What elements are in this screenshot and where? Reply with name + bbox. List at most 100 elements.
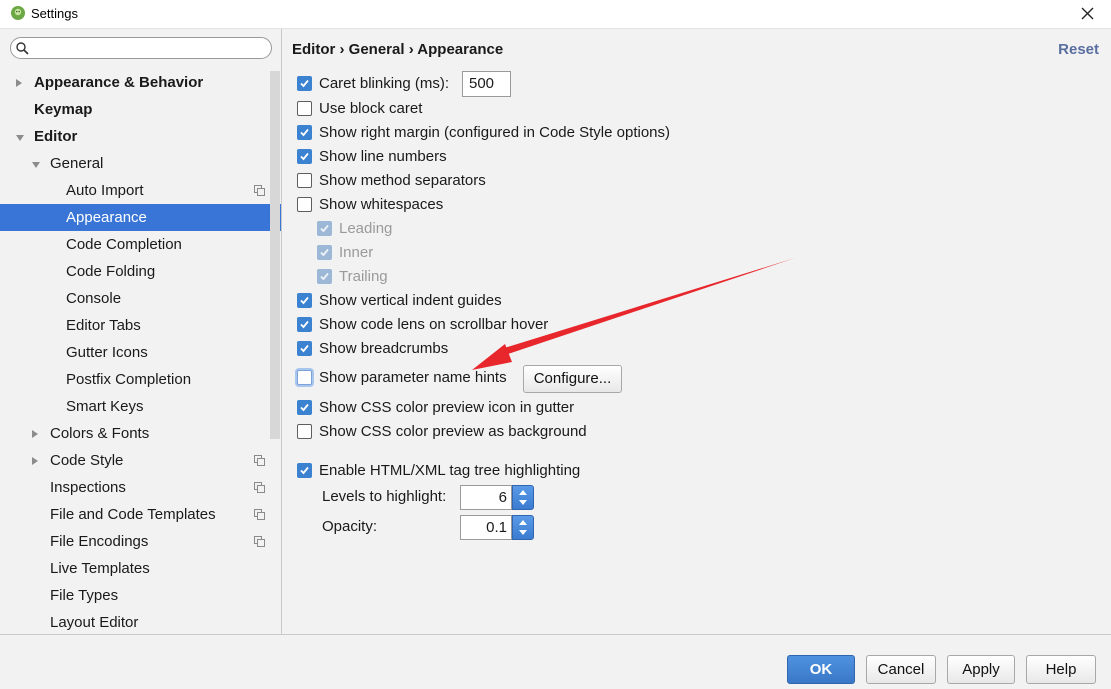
- chevron-down-icon[interactable]: [16, 135, 24, 141]
- chevron-down-icon[interactable]: [32, 162, 40, 168]
- whitespaces-label: Show whitespaces: [319, 196, 444, 213]
- caret-blinking-label: Caret blinking (ms):: [319, 75, 450, 92]
- levels-spinner[interactable]: 6: [460, 485, 534, 510]
- chevron-right-icon[interactable]: [32, 457, 38, 465]
- sidebar-item-console[interactable]: Console: [0, 285, 281, 312]
- sidebar-item-layout-editor[interactable]: Layout Editor: [0, 609, 281, 636]
- sidebar-item-editor-tabs[interactable]: Editor Tabs: [0, 312, 281, 339]
- block-caret-checkbox[interactable]: [297, 101, 312, 116]
- opacity-spinner[interactable]: 0.1: [460, 515, 534, 540]
- trailing-label: Trailing: [339, 268, 388, 285]
- sidebar-item-gutter-icons[interactable]: Gutter Icons: [0, 339, 281, 366]
- opacity-value[interactable]: 0.1: [460, 515, 512, 540]
- breadcrumbs-checkbox[interactable]: [297, 341, 312, 356]
- levels-value[interactable]: 6: [460, 485, 512, 510]
- title-bar: Settings: [0, 0, 1111, 29]
- sidebar-item-general[interactable]: General: [0, 150, 281, 177]
- param-hints-label: Show parameter name hints: [319, 369, 507, 386]
- sidebar-item-label: Layout Editor: [50, 614, 139, 631]
- levels-label: Levels to highlight:: [322, 488, 447, 505]
- configure-button[interactable]: Configure...: [523, 365, 622, 393]
- spinner-down-icon[interactable]: [519, 530, 527, 535]
- sidebar-item-live-templates[interactable]: Live Templates: [0, 555, 281, 582]
- sidebar-item-code-style[interactable]: Code Style: [0, 447, 281, 474]
- sidebar-item-editor[interactable]: Editor: [0, 123, 281, 150]
- opacity-spinner-arrows[interactable]: [512, 515, 534, 540]
- sidebar-item-auto-import[interactable]: Auto Import: [0, 177, 281, 204]
- leading-label: Leading: [339, 220, 393, 237]
- leading-checkbox: [317, 221, 332, 236]
- sidebar-item-smart-keys[interactable]: Smart Keys: [0, 393, 281, 420]
- ok-button[interactable]: OK: [787, 655, 855, 684]
- line-numbers-checkbox[interactable]: [297, 149, 312, 164]
- sidebar-item-file-and-code-templates[interactable]: File and Code Templates: [0, 501, 281, 528]
- code-lens-checkbox[interactable]: [297, 317, 312, 332]
- close-button[interactable]: [1065, 0, 1111, 28]
- sidebar-item-label: Editor Tabs: [66, 317, 141, 334]
- sidebar-item-label: File Encodings: [50, 533, 149, 550]
- css-icon-label: Show CSS color preview icon in gutter: [319, 399, 575, 416]
- sidebar-item-label: Code Folding: [66, 263, 156, 280]
- sidebar-item-label: Keymap: [34, 101, 93, 118]
- param-hints-checkbox[interactable]: [297, 370, 312, 385]
- css-icon-checkbox[interactable]: [297, 400, 312, 415]
- right-margin-checkbox[interactable]: [297, 125, 312, 140]
- spinner-up-icon[interactable]: [519, 520, 527, 525]
- apply-button[interactable]: Apply: [947, 655, 1015, 684]
- chevron-right-icon[interactable]: [16, 79, 22, 87]
- css-background-checkbox[interactable]: [297, 424, 312, 439]
- sidebar-scrollbar[interactable]: [270, 71, 280, 439]
- sidebar-item-colors-fonts[interactable]: Colors & Fonts: [0, 420, 281, 447]
- sidebar-item-file-encodings[interactable]: File Encodings: [0, 528, 281, 555]
- code-lens-label: Show code lens on scrollbar hover: [319, 316, 549, 333]
- close-icon: [1081, 7, 1094, 20]
- sidebar-item-label: File and Code Templates: [50, 506, 216, 523]
- tag-tree-checkbox[interactable]: [297, 463, 312, 478]
- sidebar-item-appearance[interactable]: Appearance: [0, 204, 281, 231]
- sidebar-item-label: Appearance: [66, 209, 147, 226]
- sidebar-item-label: Console: [66, 290, 122, 307]
- method-separators-checkbox[interactable]: [297, 173, 312, 188]
- chevron-right-icon[interactable]: [32, 430, 38, 438]
- sidebar-item-keymap[interactable]: Keymap: [0, 96, 281, 123]
- sidebar-item-file-types[interactable]: File Types: [0, 582, 281, 609]
- sidebar-item-label: File Types: [50, 587, 119, 604]
- caret-blinking-checkbox[interactable]: [297, 76, 312, 91]
- project-scope-icon: [254, 509, 265, 520]
- sidebar-item-label: Code Style: [50, 452, 124, 469]
- sidebar-item-label: Editor: [34, 128, 78, 145]
- sidebar-item-code-folding[interactable]: Code Folding: [0, 258, 281, 285]
- search-field[interactable]: [10, 37, 272, 59]
- cancel-button[interactable]: Cancel: [866, 655, 936, 684]
- settings-content: Editor › General › Appearance Reset Care…: [282, 29, 1111, 634]
- breadcrumbs-label: Show breadcrumbs: [319, 340, 449, 357]
- sidebar-item-appearance-behavior[interactable]: Appearance & Behavior: [0, 69, 281, 96]
- help-button[interactable]: Help: [1026, 655, 1096, 684]
- android-icon: [11, 6, 25, 20]
- whitespaces-checkbox[interactable]: [297, 197, 312, 212]
- opacity-label: Opacity:: [322, 518, 378, 535]
- breadcrumb: Editor › General › Appearance: [292, 41, 504, 58]
- inner-checkbox: [317, 245, 332, 260]
- spinner-up-icon[interactable]: [519, 490, 527, 495]
- sidebar-item-code-completion[interactable]: Code Completion: [0, 231, 281, 258]
- sidebar-item-label: Smart Keys: [66, 398, 144, 415]
- right-margin-label: Show right margin (configured in Code St…: [319, 124, 671, 141]
- search-input[interactable]: [33, 40, 267, 58]
- window-title: Settings: [31, 6, 78, 21]
- sidebar-item-inspections[interactable]: Inspections: [0, 474, 281, 501]
- sidebar-item-label: Auto Import: [66, 182, 144, 199]
- sidebar-item-label: Code Completion: [66, 236, 182, 253]
- sidebar-item-postfix-completion[interactable]: Postfix Completion: [0, 366, 281, 393]
- line-numbers-label: Show line numbers: [319, 148, 447, 165]
- sidebar-item-label: General: [50, 155, 104, 172]
- project-scope-icon: [254, 455, 265, 466]
- indent-guides-checkbox[interactable]: [297, 293, 312, 308]
- reset-link[interactable]: Reset: [1058, 41, 1099, 58]
- method-separators-label: Show method separators: [319, 172, 486, 189]
- caret-blinking-input[interactable]: 500: [462, 71, 511, 97]
- spinner-down-icon[interactable]: [519, 500, 527, 505]
- sidebar-item-label: Appearance & Behavior: [34, 74, 204, 91]
- levels-spinner-arrows[interactable]: [512, 485, 534, 510]
- inner-label: Inner: [339, 244, 374, 261]
